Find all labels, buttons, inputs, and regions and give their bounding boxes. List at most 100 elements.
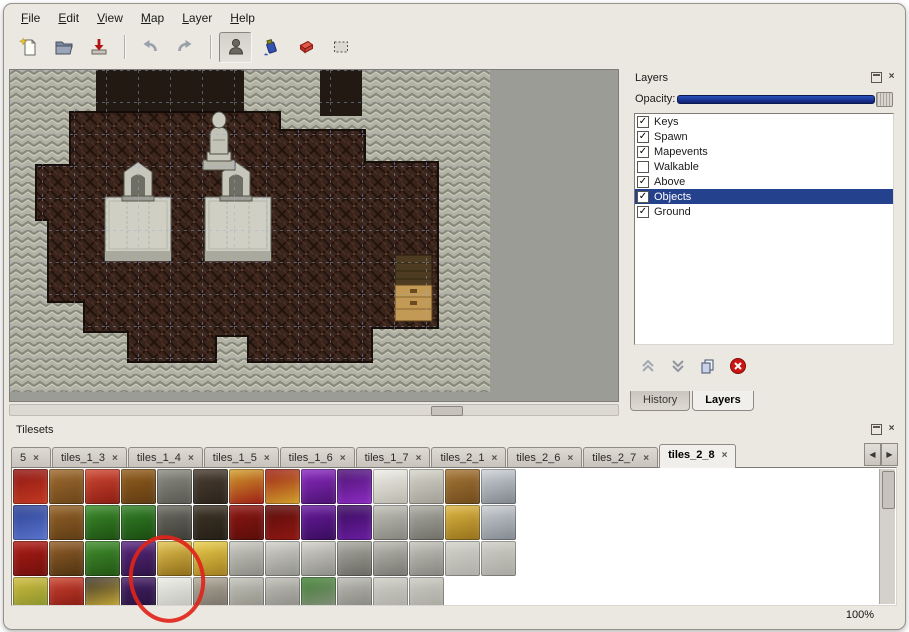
tile-statue-base[interactable] xyxy=(265,577,300,606)
tile-gold-chain[interactable] xyxy=(157,541,192,576)
delete-layer-button[interactable] xyxy=(728,356,748,376)
tile-door-stone-dark[interactable] xyxy=(157,505,192,540)
layer-visibility-checkbox[interactable]: ✓ xyxy=(637,131,649,143)
tile-pillar-base[interactable] xyxy=(337,577,372,606)
tile-gargoyle[interactable] xyxy=(337,541,372,576)
map-canvas[interactable] xyxy=(10,70,490,392)
float-panel-icon[interactable] xyxy=(871,72,882,83)
tile-door-purple-base[interactable] xyxy=(121,577,156,606)
tile-floor-tile[interactable] xyxy=(409,577,444,606)
tile-statue-angel[interactable] xyxy=(265,541,300,576)
menu-help[interactable]: Help xyxy=(221,9,264,27)
tile-armor-silver[interactable] xyxy=(481,469,516,504)
close-panel-icon[interactable]: × xyxy=(886,424,897,435)
tab-history[interactable]: History xyxy=(630,391,690,411)
tile-banner-red[interactable] xyxy=(13,469,48,504)
tile-floor-tile[interactable] xyxy=(481,541,516,576)
undo-button[interactable] xyxy=(133,32,166,63)
tab-close-icon[interactable]: × xyxy=(33,453,39,464)
tile-throne-red-top[interactable] xyxy=(265,469,300,504)
tile-door-stone[interactable] xyxy=(157,469,192,504)
tile-throne-purple-top[interactable] xyxy=(337,469,372,504)
layer-row-above[interactable]: ✓Above xyxy=(635,174,893,189)
layer-row-spawn[interactable]: ✓Spawn xyxy=(635,129,893,144)
layer-row-keys[interactable]: ✓Keys xyxy=(635,114,893,129)
tab-close-icon[interactable]: × xyxy=(264,453,270,464)
tile-cabinet-dark[interactable] xyxy=(193,469,228,504)
layer-visibility-checkbox[interactable]: ✓ xyxy=(637,116,649,128)
tab-close-icon[interactable]: × xyxy=(188,453,194,464)
tile-lace-white[interactable] xyxy=(157,577,192,606)
tile-statue-praying[interactable] xyxy=(229,541,264,576)
tile-rock-pile[interactable] xyxy=(193,577,228,606)
tileset-tab-tiles_2_1[interactable]: tiles_2_1× xyxy=(431,447,506,468)
tile-statue-base[interactable] xyxy=(229,577,264,606)
tile-door-purple[interactable] xyxy=(121,541,156,576)
tile-pot-red[interactable] xyxy=(85,469,120,504)
scrollbar-thumb[interactable] xyxy=(882,471,895,509)
tileset-tab-5[interactable]: 5× xyxy=(11,447,51,468)
tile-bench-wood[interactable] xyxy=(445,469,480,504)
layer-visibility-checkbox[interactable]: ✓ xyxy=(637,146,649,158)
tileset-tab-tiles_1_4[interactable]: tiles_1_4× xyxy=(128,447,203,468)
tab-close-icon[interactable]: × xyxy=(340,453,346,464)
layer-visibility-checkbox[interactable]: ✓ xyxy=(637,191,649,203)
tile-frame-small[interactable] xyxy=(409,469,444,504)
tile-plant[interactable] xyxy=(121,505,156,540)
tileset-vertical-scrollbar[interactable] xyxy=(879,469,895,604)
tile-scepter-gold[interactable] xyxy=(85,577,120,606)
open-button[interactable] xyxy=(47,32,80,63)
menu-file[interactable]: File xyxy=(12,9,49,27)
tile-throne-purple-base[interactable] xyxy=(301,505,336,540)
menu-layer[interactable]: Layer xyxy=(173,9,221,27)
map-horizontal-scrollbar[interactable] xyxy=(9,404,619,416)
tileset-content[interactable] xyxy=(11,467,897,606)
layer-list[interactable]: ✓Keys✓Spawn✓MapeventsWalkable✓Above✓Obje… xyxy=(634,113,894,345)
tab-layers[interactable]: Layers xyxy=(692,391,753,411)
tileset-tab-tiles_1_6[interactable]: tiles_1_6× xyxy=(280,447,355,468)
menu-view[interactable]: View xyxy=(88,9,132,27)
opacity-slider[interactable] xyxy=(677,91,893,106)
select-tool-button[interactable] xyxy=(324,32,357,63)
tab-close-icon[interactable]: × xyxy=(112,453,118,464)
tile-gold-pile[interactable] xyxy=(193,541,228,576)
tab-close-icon[interactable]: × xyxy=(643,453,649,464)
tile-loom[interactable] xyxy=(49,469,84,504)
scroll-tabs-right-button[interactable]: ▶ xyxy=(881,443,898,466)
tile-banner-crest[interactable] xyxy=(13,541,48,576)
fill-tool-button[interactable] xyxy=(254,32,287,63)
tab-close-icon[interactable]: × xyxy=(722,450,728,461)
tile-shelf-wood[interactable] xyxy=(121,469,156,504)
save-button[interactable] xyxy=(82,32,115,63)
tile-urn-plant[interactable] xyxy=(301,577,336,606)
tile-urn-gray[interactable] xyxy=(373,505,408,540)
tile-floor-tile[interactable] xyxy=(373,577,408,606)
tileset-tab-tiles_1_5[interactable]: tiles_1_5× xyxy=(204,447,279,468)
tile-chest-gray[interactable] xyxy=(409,505,444,540)
tile-pillar-top[interactable] xyxy=(409,541,444,576)
tile-throne-purple-base[interactable] xyxy=(337,505,372,540)
tile-pot-red[interactable] xyxy=(49,577,84,606)
tile-tombstone[interactable] xyxy=(373,541,408,576)
duplicate-layer-button[interactable] xyxy=(698,356,718,376)
tile-cabinet-dark[interactable] xyxy=(193,505,228,540)
tile-banner-gold[interactable] xyxy=(13,577,48,606)
eraser-tool-button[interactable] xyxy=(289,32,322,63)
tab-close-icon[interactable]: × xyxy=(567,453,573,464)
scrollbar-thumb[interactable] xyxy=(431,406,463,416)
tile-banner-blue[interactable] xyxy=(13,505,48,540)
tileset-tab-tiles_2_6[interactable]: tiles_2_6× xyxy=(507,447,582,468)
new-document-button[interactable] xyxy=(12,32,45,63)
tile-throne-red-base[interactable] xyxy=(265,505,300,540)
tile-throne-purple-top[interactable] xyxy=(301,469,336,504)
tile-armor-silver[interactable] xyxy=(481,505,516,540)
tab-close-icon[interactable]: × xyxy=(492,453,498,464)
map-viewport[interactable] xyxy=(9,69,619,402)
move-layer-up-button[interactable] xyxy=(638,356,658,376)
move-layer-down-button[interactable] xyxy=(668,356,688,376)
stamp-tool-button[interactable] xyxy=(219,32,252,63)
layer-row-objects[interactable]: ✓Objects xyxy=(635,189,893,204)
layer-row-ground[interactable]: ✓Ground xyxy=(635,204,893,219)
tileset-tab-tiles_2_7[interactable]: tiles_2_7× xyxy=(583,447,658,468)
tile-barrel-books[interactable] xyxy=(49,541,84,576)
